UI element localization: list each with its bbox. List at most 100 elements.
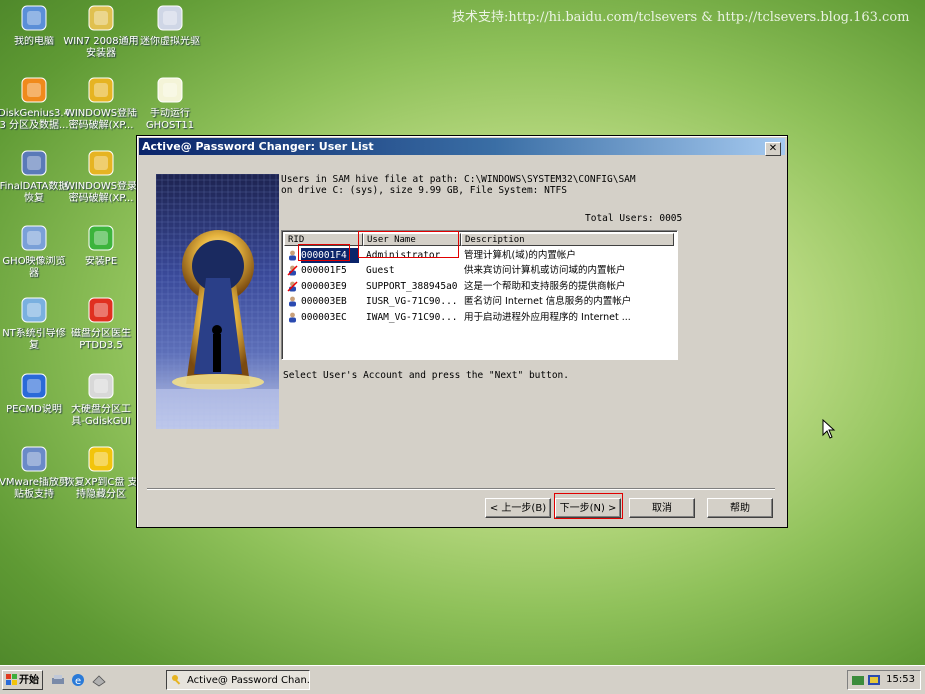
desktop-icon-label: VMware插放剪 贴板支持 [0,477,69,500]
table-row[interactable]: 000001F5 Guest 供来宾访问计算机或访问域的内置帐户 [284,263,675,278]
checkmark-icon [88,225,114,251]
desktop-icon-4[interactable]: DiskGenius3.4 3 分区及数据... [0,74,72,132]
desktop-icon-12[interactable]: 磁盘分区医生 PTDD3.5 [63,294,139,352]
user-account-icon [287,265,298,276]
user-account-icon [287,281,298,292]
description-cell: 供来宾访问计算机或访问域的内置帐户 [464,265,626,277]
desktop-icon-label: FinalDATA数据 恢复 [0,181,69,204]
table-row[interactable]: 000003EC IWAM_VG-71C90... 用于启动进程外应用程序的 Int… [284,310,675,325]
svg-text:e: e [75,676,81,687]
rid-cell: 000001F5 [301,265,347,277]
username-cell: Administrator [366,250,441,261]
desktop-icon-16[interactable]: 恢复XP到C盘 支持隐藏分区 [63,443,139,501]
username-cell: IUSR_VG-71C90... [366,296,458,308]
hint-text: Select User's Account and press the "Nex… [283,370,569,381]
desktop-icon-13[interactable]: PECMD说明 [0,370,72,416]
desktop-icon-7[interactable]: FinalDATA数据 恢复 [0,147,72,205]
description-cell: 管理计算机(域)的内置帐户 [464,250,576,261]
user-account-icon [289,250,296,261]
username-cell: IWAM_VG-71C90... [366,311,458,323]
tray-network-icon[interactable] [851,673,865,687]
quicklaunch-ie-icon[interactable]: e [70,672,86,688]
nt-repair-icon [21,297,47,323]
tray-display-icon[interactable] [867,673,881,687]
desktop-icon-label: 恢复XP到C盘 支持隐藏分区 [64,477,138,500]
key-icon [88,150,114,176]
desktop-icon-1[interactable]: 我的电脑 [0,2,72,48]
virtual-drive-icon [157,5,183,31]
quicklaunch-eraser-icon[interactable] [91,672,107,688]
description-cell: 匿名访问 Internet 信息服务的内置帐户 [464,296,632,308]
mouse-cursor-icon [822,419,836,439]
next-button[interactable]: 下一步(N) > [555,498,621,518]
total-users: Total Users: 0005 [585,213,683,224]
desktop-icon-label: 磁盘分区医生 PTDD3.5 [71,328,131,351]
table-row[interactable]: 000003EB IUSR_VG-71C90... 匿名访问 Internet 信息… [284,294,675,309]
desktop-icon-label: WINDOWS登录 密码破解(XP... [64,181,138,204]
diskgenius-icon [21,77,47,103]
column-rid[interactable]: RID [284,233,363,246]
username-cell: SUPPORT_388945a0 [366,280,458,292]
windows-logo-icon [6,674,17,685]
info-line-2: on drive C: (sys), size 9.99 GB, File Sy… [281,185,567,196]
username-cell: Guest [366,265,395,277]
taskbar-item-label: Active@ Password Chan... [187,675,310,686]
window-title: Active@ Password Changer: User List [142,140,374,153]
gdisk-icon [88,373,114,399]
desktop-icon-14[interactable]: 大硬盘分区工 具-GdiskGUI [63,370,139,428]
rid-cell: 000003EB [301,296,347,308]
desktop-icon-label: PECMD说明 [6,404,62,415]
desktop-icon-label: NT系统引导修 复 [2,328,66,351]
divider [147,488,775,490]
sam-path-info: Users in SAM hive file at path: C:\WINDO… [281,174,636,196]
desktop-icon-label: DiskGenius3.4 3 分区及数据... [0,108,70,131]
cancel-button[interactable]: 取消 [629,498,695,518]
ghost-icon [157,77,183,103]
desktop-icon-label: 手动运行 GHOST11 [145,108,195,131]
key-icon [172,675,181,685]
keyhole-illustration [156,174,279,429]
quicklaunch-tool-icon[interactable] [50,672,66,688]
desktop-icon-2[interactable]: WIN7 2008通用安装器 [63,2,139,60]
taskbar-item-password-changer[interactable]: Active@ Password Chan... [166,670,310,690]
desktop-icon-9[interactable]: GHO映像浏览 器 [0,222,72,280]
vmware-icon [21,446,47,472]
password-changer-window: Active@ Password Changer: User List ✕ Us… [136,135,788,528]
desktop-icon-label: 大硬盘分区工 具-GdiskGUI [71,404,131,427]
list-body: 000001F4 Administrator 管理计算机(域)的内置帐户 000001… [284,247,675,357]
desktop-icon-5[interactable]: WINDOWS登陆 密码破解(XP... [63,74,139,132]
back-button[interactable]: < 上一步(B) [485,498,551,518]
window-titlebar[interactable]: Active@ Password Changer: User List ✕ [139,138,785,156]
desktop-icon-label: WINDOWS登陆 密码破解(XP... [64,108,138,131]
desktop-icon-label: WIN7 2008通用安装器 [63,36,139,59]
installer-icon [88,5,114,31]
close-button[interactable]: ✕ [765,142,781,156]
finaldata-icon [21,150,47,176]
desktop-icon-10[interactable]: 安装PE [63,222,139,268]
user-list[interactable]: RID User Name Description 000001F4 Admini… [281,230,678,360]
desktop-icon-6[interactable]: 手动运行 GHOST11 [132,74,208,132]
table-row[interactable]: 000001F4 Administrator 管理计算机(域)的内置帐户 [284,247,675,264]
column-user-name[interactable]: User Name [363,233,461,246]
help-button[interactable]: 帮助 [707,498,773,518]
desktop-icon-15[interactable]: VMware插放剪 贴板支持 [0,443,72,501]
watermark: 技术支持:http://hi.baidu.com/tclsevers & htt… [452,10,910,25]
rid-cell: 000003E9 [301,280,347,292]
windows-logo-icon [88,446,114,472]
desktop-icon-8[interactable]: WINDOWS登录 密码破解(XP... [63,147,139,205]
taskbar: 开始 e Active@ Password Chan... 15:53 [0,665,925,694]
table-row[interactable]: 000003E9 SUPPORT_388945a0 这是一个帮助和支持服务的提供商帐… [284,279,675,294]
desktop-icon-11[interactable]: NT系统引导修 复 [0,294,72,352]
desktop-icon-label: 我的电脑 [14,36,54,47]
info-line-1: Users in SAM hive file at path: C:\WINDO… [281,174,636,185]
clock: 15:53 [886,674,915,685]
column-description[interactable]: Description [461,233,674,246]
description-cell: 这是一个帮助和支持服务的提供商帐户 [464,280,626,292]
list-header: RID User Name Description [284,233,675,247]
user-account-icon [289,296,296,307]
desktop-icon-label: 迷你虚拟光驱 [140,36,200,47]
user-account-icon [289,312,296,323]
description-cell: 用于启动进程外应用程序的 Internet ... [464,311,631,323]
start-button[interactable]: 开始 [2,670,43,690]
desktop-icon-3[interactable]: 迷你虚拟光驱 [132,2,208,48]
